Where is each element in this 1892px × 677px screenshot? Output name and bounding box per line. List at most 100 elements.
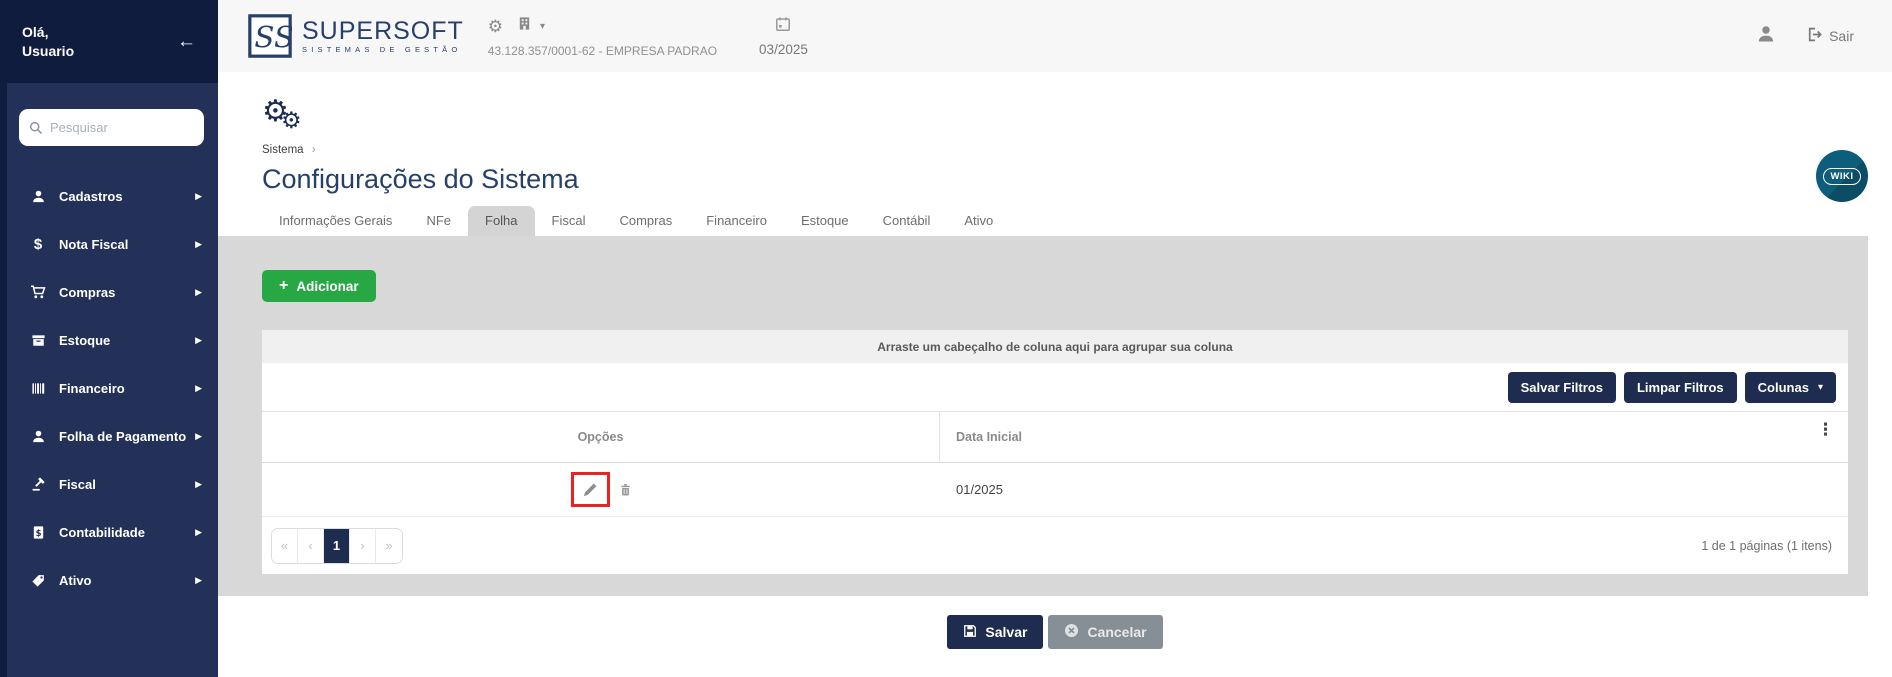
annotation-highlight-box — [571, 472, 610, 507]
tab-informacoes-gerais[interactable]: Informações Gerais — [262, 206, 409, 236]
logout-label: Sair — [1829, 28, 1854, 44]
save-filters-button[interactable]: Salvar Filtros — [1508, 372, 1616, 403]
pagination-summary: 1 de 1 páginas (1 itens) — [1701, 539, 1832, 553]
add-button[interactable]: + Adicionar — [262, 270, 376, 302]
chevron-right-icon: ▶ — [195, 335, 202, 346]
period-selector[interactable]: 03/2025 — [759, 16, 808, 57]
cart-icon — [27, 284, 49, 300]
pager: « ‹ 1 › » — [271, 528, 403, 564]
edit-pencil-icon[interactable] — [582, 481, 599, 498]
tab-compras[interactable]: Compras — [602, 206, 689, 236]
period-value: 03/2025 — [759, 42, 808, 57]
wiki-badge[interactable]: WIKI — [1816, 150, 1868, 202]
pager-last-button[interactable]: » — [376, 529, 402, 563]
cancel-button[interactable]: Cancelar — [1048, 615, 1162, 649]
tab-nfe[interactable]: NFe — [409, 206, 468, 236]
wiki-badge-label: WIKI — [1823, 168, 1860, 185]
logo-text: SUPERSOFT SISTEMAS DE GESTÃO — [302, 18, 464, 54]
column-header-opcoes[interactable]: Opções — [262, 412, 940, 462]
row-actions-cell — [262, 463, 940, 516]
grid-header-row: Opções Data Inicial ⋮ — [262, 411, 1848, 463]
sidebar-item-nota-fiscal[interactable]: $ Nota Fiscal ▶ — [7, 220, 218, 268]
breadcrumb-separator: › — [312, 144, 316, 156]
chevron-right-icon: ▶ — [195, 575, 202, 586]
tab-ativo[interactable]: Ativo — [947, 206, 1010, 236]
save-button[interactable]: Salvar — [947, 615, 1043, 649]
tab-estoque[interactable]: Estoque — [784, 206, 866, 236]
save-button-label: Salvar — [985, 624, 1027, 640]
supersoft-logo: SS SUPERSOFT SISTEMAS DE GESTÃO — [248, 14, 464, 58]
sidebar-item-contabilidade[interactable]: $ Contabilidade ▶ — [7, 508, 218, 556]
sidebar-collapse-button[interactable]: ← — [177, 32, 196, 51]
filter-toolbar: Salvar Filtros Limpar Filtros Colunas ▾ — [262, 363, 1848, 411]
sidebar-body: Cadastros ▶ $ Nota Fiscal ▶ Compras ▶ Es… — [0, 83, 218, 677]
sidebar-item-folha-de-pagamento[interactable]: Folha de Pagamento ▶ — [7, 412, 218, 460]
sidebar-item-label: Cadastros — [59, 189, 195, 204]
svg-text:$: $ — [35, 527, 41, 537]
person-icon — [27, 189, 49, 204]
page-title: Configurações do Sistema — [262, 162, 1892, 196]
columns-dropdown-button[interactable]: Colunas ▾ — [1745, 372, 1836, 403]
sidebar-item-cadastros[interactable]: Cadastros ▶ — [7, 172, 218, 220]
sidebar-item-label: Folha de Pagamento — [59, 429, 195, 444]
company-building-icon[interactable] — [517, 16, 532, 36]
chevron-right-icon: ▶ — [195, 239, 202, 250]
user-icon[interactable] — [1756, 24, 1776, 49]
column-header-data-inicial[interactable]: Data Inicial ⋮ — [940, 412, 1848, 462]
column-menu-kebab-icon[interactable]: ⋮ — [1817, 412, 1834, 440]
tab-bar: Informações Gerais NFe Folha Fiscal Comp… — [262, 206, 1892, 236]
logo-title: SUPERSOFT — [302, 18, 464, 44]
delete-trash-icon[interactable] — [619, 483, 632, 497]
sidebar-header: Olá, Usuario ← — [0, 0, 218, 83]
logout-icon — [1806, 26, 1823, 46]
clear-filters-button[interactable]: Limpar Filtros — [1624, 372, 1737, 403]
search-box — [19, 109, 204, 146]
sidebar-item-estoque[interactable]: Estoque ▶ — [7, 316, 218, 364]
sidebar-item-label: Financeiro — [59, 381, 195, 396]
system-gears-icon: ⚙ ⚙ — [262, 98, 322, 144]
settings-gear-icon[interactable]: ⚙ — [488, 18, 503, 35]
tab-financeiro[interactable]: Financeiro — [689, 206, 784, 236]
main-area: SS SUPERSOFT SISTEMAS DE GESTÃO ⚙ ▾ 43.1… — [218, 0, 1892, 677]
tab-contabil[interactable]: Contábil — [866, 206, 948, 236]
sidebar: Olá, Usuario ← Cadastros ▶ $ Nota — [0, 0, 218, 677]
app-window: Olá, Usuario ← Cadastros ▶ $ Nota — [0, 0, 1892, 677]
sidebar-item-label: Nota Fiscal — [59, 237, 195, 252]
svg-text:SS: SS — [254, 20, 292, 54]
logout-button[interactable]: Sair — [1806, 26, 1854, 46]
chevron-right-icon: ▶ — [195, 287, 202, 298]
company-icons: ⚙ ▾ — [488, 14, 717, 38]
sidebar-item-ativo[interactable]: Ativo ▶ — [7, 556, 218, 604]
company-name: 43.128.357/0001-62 - EMPRESA PADRAO — [488, 44, 717, 58]
tab-folha[interactable]: Folha — [468, 206, 535, 236]
cancel-button-label: Cancelar — [1087, 624, 1146, 640]
sidebar-item-fiscal[interactable]: Fiscal ▶ — [7, 460, 218, 508]
user-greeting: Olá, Usuario — [22, 23, 74, 61]
search-input[interactable] — [50, 120, 194, 135]
sidebar-item-compras[interactable]: Compras ▶ — [7, 268, 218, 316]
topbar-right: Sair — [1756, 24, 1854, 49]
pager-next-button[interactable]: › — [350, 529, 376, 563]
cancel-circle-x-icon — [1064, 623, 1079, 641]
breadcrumb-sistema[interactable]: Sistema — [262, 144, 304, 156]
chevron-right-icon: ▶ — [195, 383, 202, 394]
arrow-left-icon: ← — [177, 31, 196, 52]
chevron-right-icon: ▶ — [195, 431, 202, 442]
sidebar-item-financeiro[interactable]: Financeiro ▶ — [7, 364, 218, 412]
greeting-line2: Usuario — [22, 42, 74, 61]
tab-fiscal[interactable]: Fiscal — [535, 206, 603, 236]
barcode-icon — [27, 381, 49, 396]
group-drop-zone[interactable]: Arraste um cabeçalho de coluna aqui para… — [262, 330, 1848, 363]
sidebar-nav: Cadastros ▶ $ Nota Fiscal ▶ Compras ▶ Es… — [7, 172, 218, 604]
gavel-icon — [27, 477, 49, 492]
company-caret-down-icon[interactable]: ▾ — [540, 21, 545, 32]
sidebar-item-label: Contabilidade — [59, 525, 195, 540]
pager-page-1-button[interactable]: 1 — [324, 529, 350, 563]
box-icon — [27, 333, 49, 348]
topbar: SS SUPERSOFT SISTEMAS DE GESTÃO ⚙ ▾ 43.1… — [218, 0, 1892, 72]
add-button-label: Adicionar — [296, 279, 358, 294]
pagination-row: « ‹ 1 › » 1 de 1 páginas (1 itens) — [262, 517, 1848, 574]
pager-first-button[interactable]: « — [272, 529, 298, 563]
pager-prev-button[interactable]: ‹ — [298, 529, 324, 563]
tab-panel: + Adicionar Arraste um cabeçalho de colu… — [218, 236, 1868, 596]
